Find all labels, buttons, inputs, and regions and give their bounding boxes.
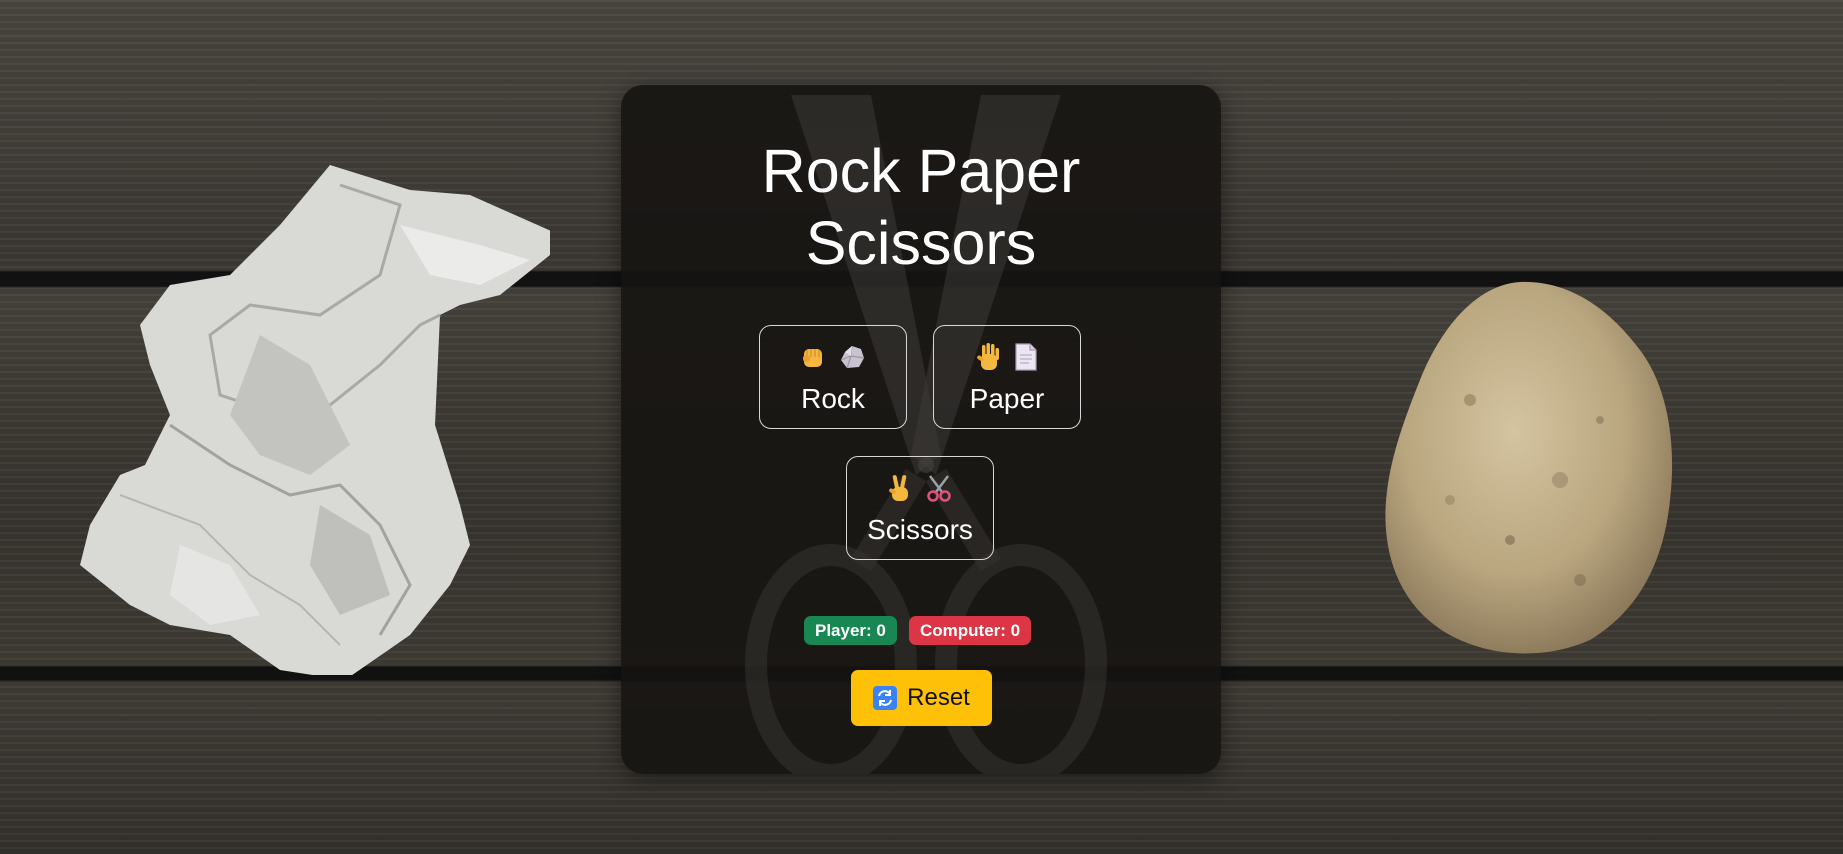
reset-button[interactable]: Reset: [851, 670, 992, 726]
scissors-button-label: Scissors: [867, 514, 973, 545]
title-line-1: Rock Paper: [761, 137, 1081, 205]
rock-stone-image: [1385, 281, 1673, 654]
victory-hand-icon: [889, 475, 908, 501]
reset-button-label: Reset: [907, 684, 970, 711]
refresh-icon: [873, 686, 898, 710]
paper-button-label: Paper: [969, 383, 1045, 414]
raised-hand-icon: [977, 343, 999, 370]
page-icon: [1015, 343, 1037, 371]
paper-button-icons: [934, 342, 1080, 372]
scissors-button[interactable]: Scissors: [846, 456, 994, 560]
scissors-icon: [927, 475, 951, 502]
crumpled-paper-image: [80, 165, 550, 675]
page-title: Rock Paper Scissors: [621, 135, 1221, 279]
rock-icon: [840, 345, 865, 369]
game-card: Rock Paper Scissors Rock Paper Scissors …: [621, 85, 1221, 774]
title-line-2: Scissors: [805, 209, 1037, 277]
computer-score-badge: Computer: 0: [909, 616, 1032, 645]
rock-button[interactable]: Rock: [759, 325, 907, 429]
raised-fist-icon: [803, 349, 822, 367]
rock-button-label: Rock: [801, 383, 865, 414]
scissors-button-icons: [847, 473, 993, 503]
rock-button-icons: [760, 342, 906, 372]
paper-button[interactable]: Paper: [933, 325, 1081, 429]
player-score-badge: Player: 0: [804, 616, 897, 645]
